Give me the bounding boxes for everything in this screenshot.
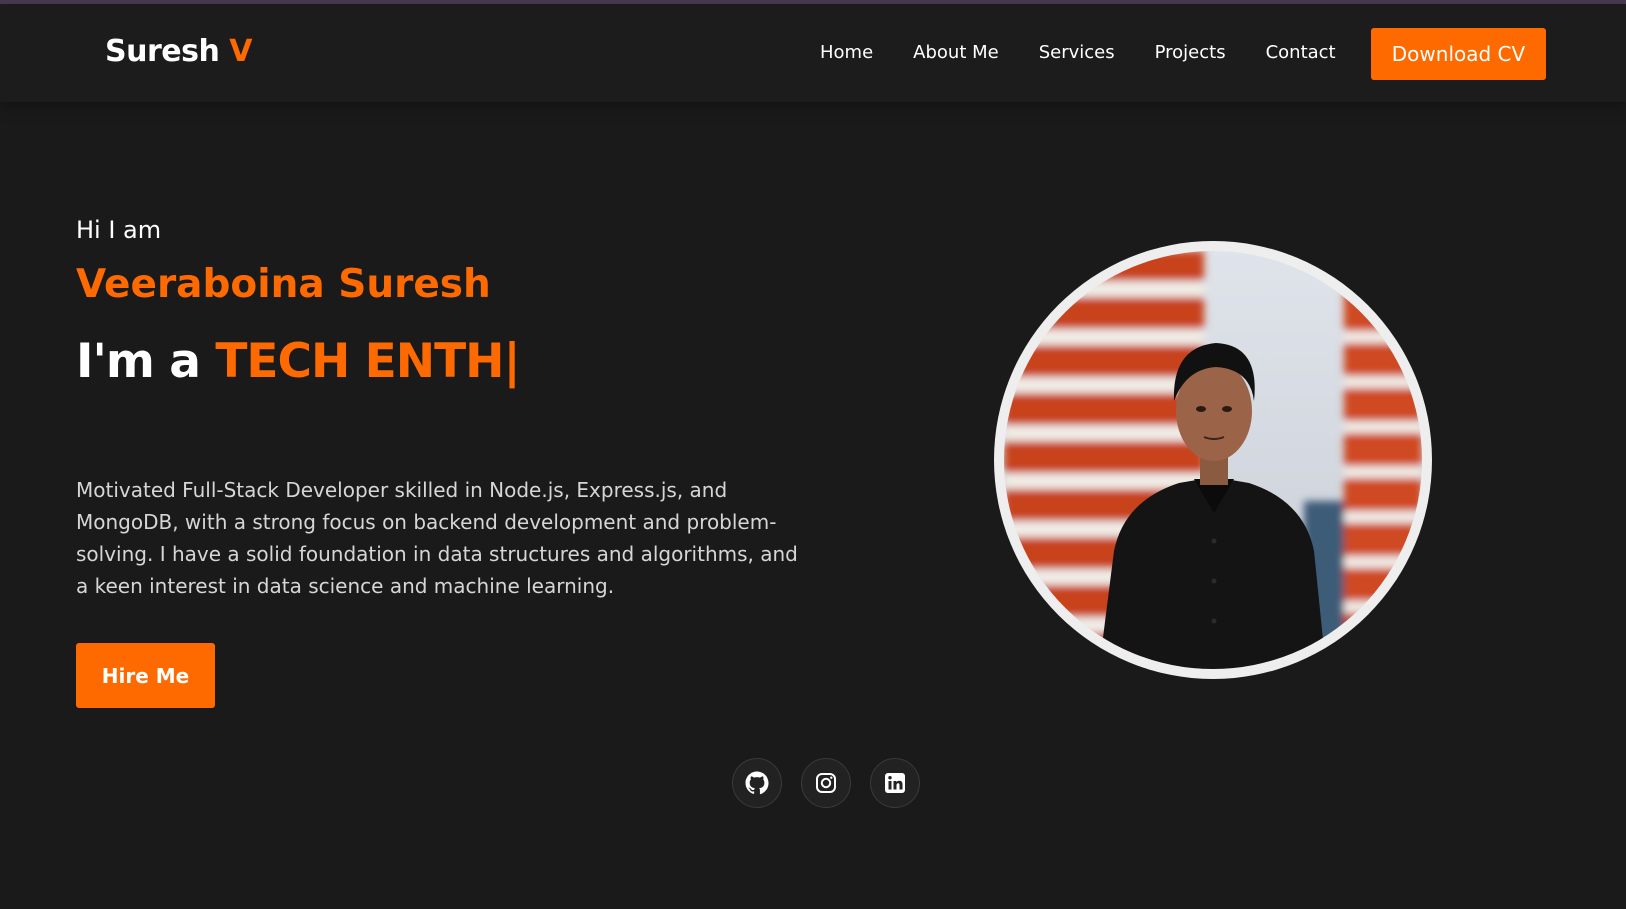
hero-tagline: I'm a TECH ENTH| [76, 334, 521, 389]
nav-link-services[interactable]: Services [1039, 42, 1115, 63]
linkedin-link[interactable] [870, 758, 920, 808]
github-icon [745, 771, 769, 795]
download-cv-button[interactable]: Download CV [1371, 28, 1546, 80]
nav-link-contact[interactable]: Contact [1266, 42, 1336, 63]
hero-name: Veeraboina Suresh [76, 262, 491, 307]
profile-photo-frame [994, 241, 1432, 679]
tagline-prefix: I'm a [76, 334, 201, 389]
typing-caret: | [503, 334, 521, 389]
tagline-role: TECH ENTH [215, 334, 504, 389]
hero-bio: Motivated Full-Stack Developer skilled i… [76, 478, 798, 598]
instagram-icon [816, 773, 836, 793]
profile-photo [1004, 251, 1422, 669]
logo-main-text: Suresh [105, 34, 220, 69]
hero-greeting: Hi I am [76, 216, 162, 244]
social-links [732, 758, 920, 808]
nav-link-home[interactable]: Home [820, 42, 873, 63]
hire-me-button[interactable]: Hire Me [76, 643, 215, 708]
logo-accent-text: V [229, 34, 252, 69]
nav-links: Home About Me Services Projects Contact [820, 42, 1336, 63]
github-link[interactable] [732, 758, 782, 808]
nav-link-projects[interactable]: Projects [1155, 42, 1226, 63]
nav-link-about-me[interactable]: About Me [913, 42, 999, 63]
site-logo[interactable]: Suresh V [105, 34, 252, 69]
navbar: Suresh V Home About Me Services Projects… [0, 4, 1626, 102]
instagram-link[interactable] [801, 758, 851, 808]
linkedin-icon [885, 773, 905, 793]
